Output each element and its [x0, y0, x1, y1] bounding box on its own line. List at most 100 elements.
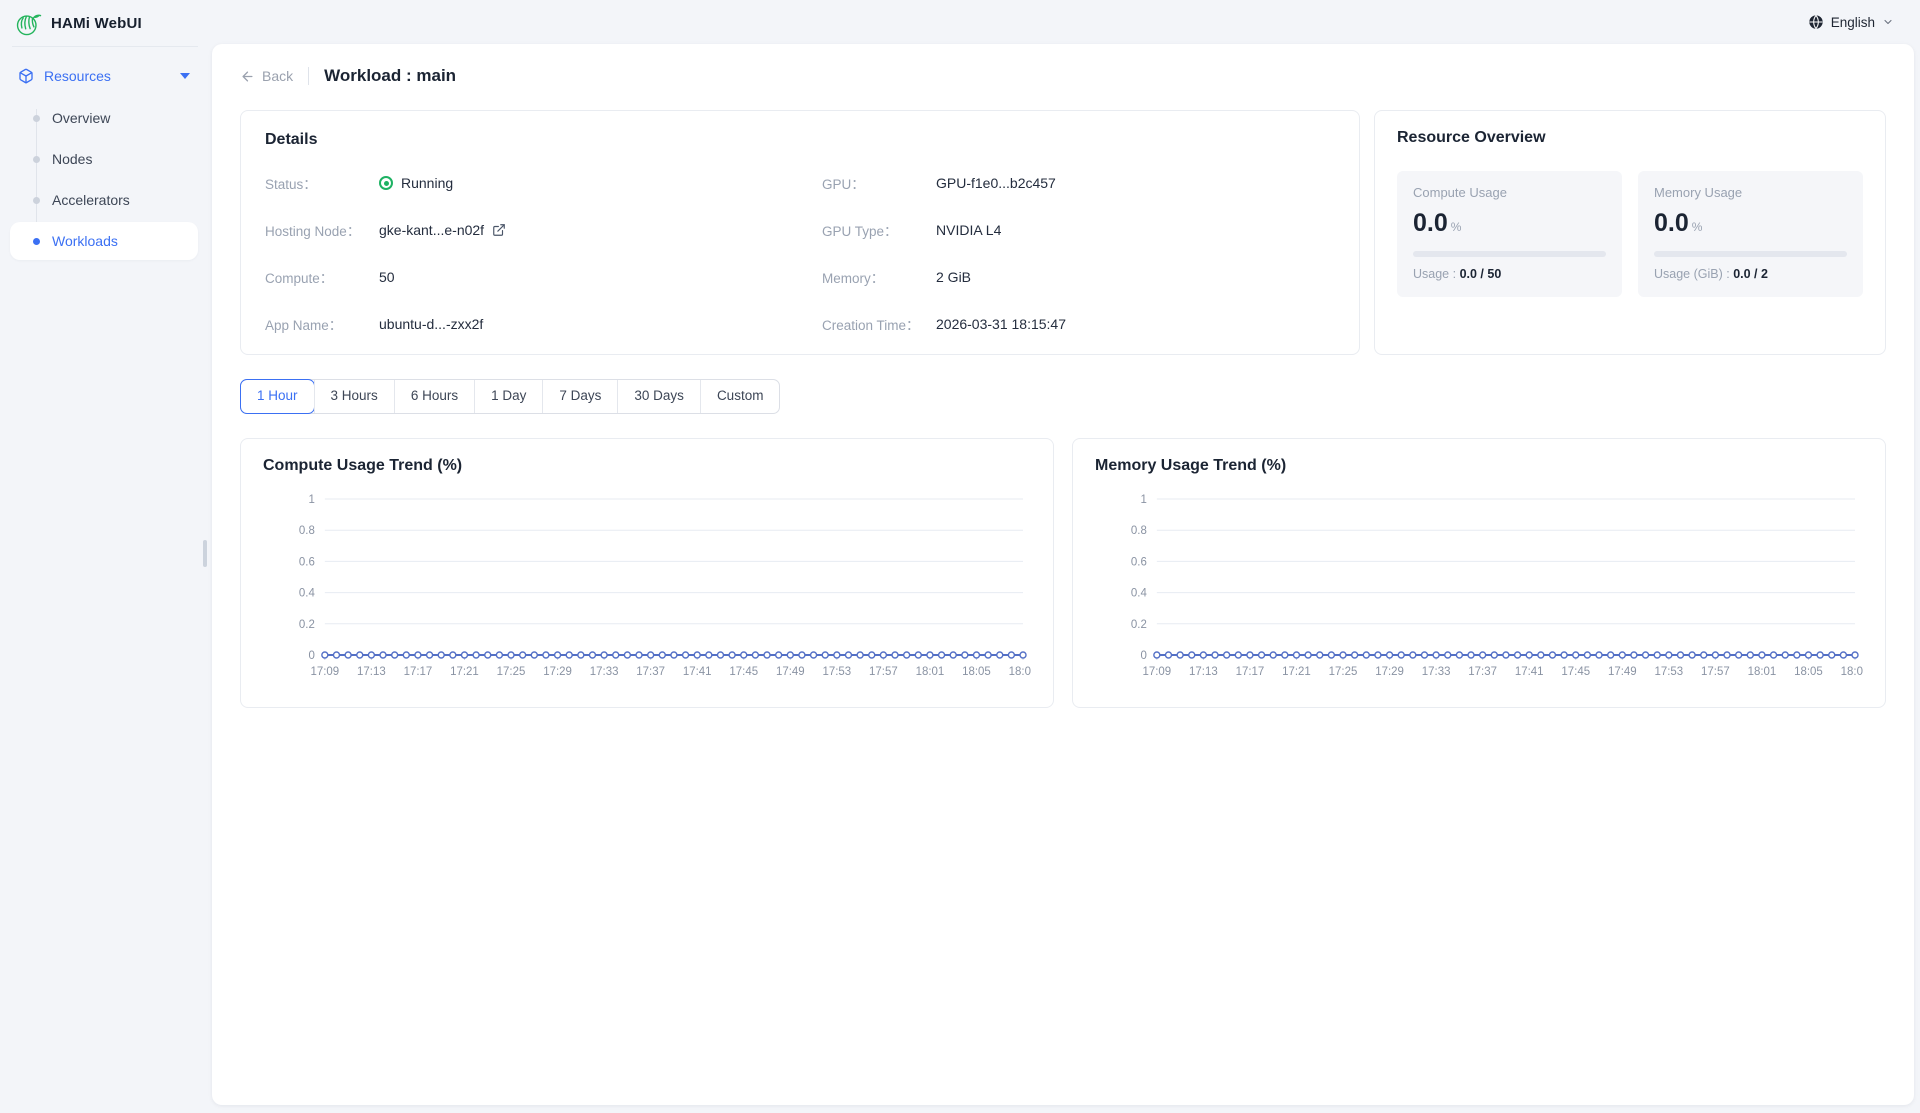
language-selector[interactable]: English: [1808, 14, 1894, 30]
field-label: GPU Type: [822, 224, 884, 239]
creation-time-value: 2026-03-31 18:15:47: [936, 316, 1066, 332]
svg-text:1: 1: [1140, 494, 1146, 506]
svg-text:17:21: 17:21: [1282, 666, 1311, 678]
time-range-3-hours[interactable]: 3 Hours: [314, 380, 394, 413]
unit-label: %: [1451, 220, 1462, 234]
tree-dot: [33, 156, 40, 163]
sidebar-item-label: Overview: [52, 110, 110, 126]
sidebar-submenu: Overview Nodes Accelerators Workloads: [0, 99, 210, 260]
sidebar-item-overview[interactable]: Overview: [10, 99, 198, 137]
sidebar-item-nodes[interactable]: Nodes: [10, 140, 198, 178]
svg-text:17:49: 17:49: [776, 666, 805, 678]
hosting-node-value: gke-kant...e-n02f: [379, 222, 484, 238]
field-compute: Compute： 50: [265, 267, 778, 287]
svg-text:18:05: 18:05: [962, 666, 991, 678]
back-button[interactable]: Back: [240, 68, 293, 84]
field-label: Hosting Node: [265, 224, 347, 239]
sidebar-resize-handle[interactable]: [203, 540, 207, 567]
page-header: Back Workload : main: [240, 66, 1886, 86]
svg-text:17:53: 17:53: [823, 666, 852, 678]
sidebar-item-label: Accelerators: [52, 192, 130, 208]
app-title: HAMi WebUI: [51, 15, 142, 32]
compute-usage-stat: Compute Usage 0.0 % Usage : 0.0 / 50: [1397, 171, 1622, 297]
compute-usage-progressbar: [1413, 251, 1606, 257]
svg-text:0.6: 0.6: [1131, 556, 1147, 568]
time-range-6-hours[interactable]: 6 Hours: [394, 380, 474, 413]
sidebar-item-accelerators[interactable]: Accelerators: [10, 181, 198, 219]
status-running-icon: [379, 176, 393, 190]
svg-text:17:25: 17:25: [497, 666, 526, 678]
compute-trend-chart[interactable]: 00.20.40.60.8117:0917:1317:1717:2117:251…: [263, 483, 1031, 695]
memory-usage-stat: Memory Usage 0.0 % Usage (GiB) : 0.0 / 2: [1638, 171, 1863, 297]
memory-value: 2 GiB: [936, 269, 971, 285]
svg-text:18:09: 18:09: [1009, 666, 1031, 678]
time-range-1-day[interactable]: 1 Day: [474, 380, 542, 413]
caret-down-icon: [180, 73, 190, 79]
charts-row: Compute Usage Trend (%) 00.20.40.60.8117…: [240, 438, 1886, 708]
svg-text:17:41: 17:41: [1515, 666, 1544, 678]
field-memory: Memory： 2 GiB: [822, 267, 1335, 287]
sidebar-divider: [12, 46, 198, 47]
header-divider: [308, 67, 309, 85]
compute-value: 50: [379, 269, 395, 285]
status-value: Running: [401, 175, 453, 191]
memory-trend-chart[interactable]: 00.20.40.60.8117:0917:1317:1717:2117:251…: [1095, 483, 1863, 695]
svg-text:17:45: 17:45: [1561, 666, 1590, 678]
usage-label: Usage :: [1413, 267, 1456, 281]
topbar: English: [210, 0, 1920, 44]
svg-text:0.8: 0.8: [1131, 525, 1147, 537]
svg-text:17:41: 17:41: [683, 666, 712, 678]
svg-text:17:57: 17:57: [1701, 666, 1730, 678]
svg-text:18:09: 18:09: [1841, 666, 1863, 678]
compute-trend-card: Compute Usage Trend (%) 00.20.40.60.8117…: [240, 438, 1054, 708]
language-label: English: [1831, 15, 1875, 30]
sidebar-item-label: Nodes: [52, 151, 92, 167]
field-app-name: App Name： ubuntu-d...-zxx2f: [265, 314, 778, 334]
svg-text:0.2: 0.2: [299, 619, 315, 631]
svg-text:17:45: 17:45: [729, 666, 758, 678]
tree-dot: [33, 238, 40, 245]
usage-label: Usage (GiB) :: [1654, 267, 1730, 281]
svg-text:0.8: 0.8: [299, 525, 315, 537]
svg-text:17:09: 17:09: [311, 666, 340, 678]
svg-text:17:17: 17:17: [404, 666, 433, 678]
time-range-custom[interactable]: Custom: [700, 380, 780, 413]
svg-text:0.2: 0.2: [1131, 619, 1147, 631]
svg-text:17:33: 17:33: [1422, 666, 1451, 678]
brand: HAMi WebUI: [0, 0, 210, 46]
svg-text:17:53: 17:53: [1655, 666, 1684, 678]
time-range-1-hour[interactable]: 1 Hour: [241, 380, 314, 413]
sidebar-item-resources[interactable]: Resources: [0, 59, 210, 93]
svg-text:0: 0: [1140, 650, 1146, 662]
stat-label: Compute Usage: [1413, 185, 1606, 200]
svg-text:17:37: 17:37: [1468, 666, 1497, 678]
svg-text:17:13: 17:13: [1189, 666, 1218, 678]
tree-dot: [33, 115, 40, 122]
time-range-30-days[interactable]: 30 Days: [617, 380, 700, 413]
field-label: Status: [265, 177, 303, 192]
svg-text:17:29: 17:29: [543, 666, 572, 678]
gpu-type-value: NVIDIA L4: [936, 222, 1001, 238]
svg-text:1: 1: [308, 494, 314, 506]
field-label: Compute: [265, 271, 320, 286]
sidebar-item-workloads[interactable]: Workloads: [10, 222, 198, 260]
svg-text:17:29: 17:29: [1375, 666, 1404, 678]
tree-dot: [33, 197, 40, 204]
sidebar-item-label: Workloads: [52, 233, 118, 249]
svg-text:17:25: 17:25: [1329, 666, 1358, 678]
main-column: English Back Workload : main Details: [210, 0, 1920, 1113]
summary-row: Details Status： Running GPU： GPU-f1e0...…: [240, 110, 1886, 355]
memory-usage-value: 0.0: [1654, 209, 1689, 238]
svg-text:18:05: 18:05: [1794, 666, 1823, 678]
page: HAMi WebUI Resources Overview: [0, 0, 1920, 1113]
sidebar: HAMi WebUI Resources Overview: [0, 0, 210, 1113]
svg-text:18:01: 18:01: [916, 666, 945, 678]
svg-text:17:13: 17:13: [357, 666, 386, 678]
time-range-group: 1 Hour 3 Hours 6 Hours 1 Day 7 Days 30 D…: [240, 379, 780, 414]
external-link-icon[interactable]: [492, 223, 506, 237]
app-name-value: ubuntu-d...-zxx2f: [379, 316, 483, 332]
svg-text:17:21: 17:21: [450, 666, 479, 678]
field-gpu: GPU： GPU-f1e0...b2c457: [822, 173, 1335, 193]
time-range-7-days[interactable]: 7 Days: [542, 380, 617, 413]
sidebar-menu: Resources Overview Nodes Accelerators: [0, 59, 210, 260]
